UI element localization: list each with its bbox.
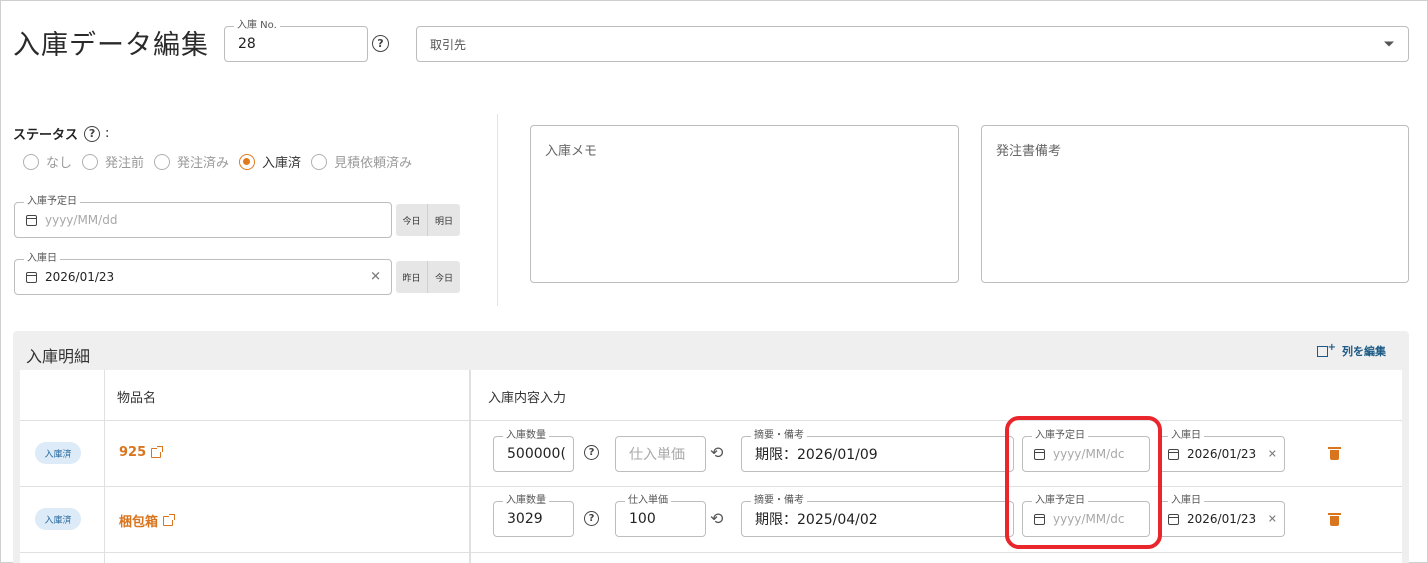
- scheduled-date-input: yyyy/MM/dd: [26, 203, 117, 237]
- sync-disabled-icon[interactable]: ⟲: [710, 443, 723, 462]
- clear-icon[interactable]: ✕: [1268, 513, 1277, 526]
- status-radio-none[interactable]: なし: [23, 152, 72, 171]
- item-name: 梱包箱: [119, 515, 159, 530]
- item-name-link[interactable]: 925: [119, 445, 164, 460]
- highlight-box: [1005, 416, 1162, 549]
- divider: [497, 114, 498, 306]
- row-receipt-date-value: 2026/01/23: [1187, 512, 1257, 526]
- order-note-textarea[interactable]: 発注書備考: [981, 125, 1409, 283]
- status-radio-quote-requested[interactable]: 見積依頼済み: [311, 152, 412, 171]
- receipt-memo-placeholder: 入庫メモ: [545, 144, 598, 159]
- edit-columns-button[interactable]: 列を編集: [1317, 342, 1386, 359]
- today-button[interactable]: 今日: [428, 261, 460, 293]
- external-link-icon: [163, 513, 176, 526]
- status-option-label: 発注前: [105, 156, 145, 171]
- column-add-icon: [1317, 342, 1336, 357]
- radio-icon: [154, 153, 171, 170]
- row-receipt-date-value: 2026/01/23: [1187, 447, 1257, 461]
- clear-icon[interactable]: ✕: [1268, 448, 1277, 461]
- note-value: 期限：2026/01/09: [755, 447, 878, 463]
- calendar-icon: [26, 271, 37, 283]
- trash-icon[interactable]: [1328, 447, 1341, 460]
- scheduled-date-placeholder: yyyy/MM/dd: [45, 213, 118, 227]
- note-input[interactable]: 摘要・備考 期限：2026/01/09: [741, 430, 1014, 472]
- unit-price-value: 100: [629, 511, 656, 527]
- status-option-label: 入庫済: [262, 156, 302, 171]
- sync-disabled-icon[interactable]: ⟲: [710, 509, 723, 528]
- status-radio-ordered[interactable]: 発注済み: [154, 152, 229, 171]
- receipt-no-value: 28: [238, 36, 256, 52]
- receipt-date-field[interactable]: 入庫日 2026/01/23 ✕: [14, 253, 392, 295]
- status-label-text: ステータス: [13, 128, 79, 143]
- supplier-select[interactable]: 取引先: [416, 26, 1409, 62]
- status-option-label: なし: [46, 156, 73, 171]
- status-radio-before-order[interactable]: 発注前: [82, 152, 144, 171]
- table-divider: [20, 486, 1402, 487]
- order-note-placeholder: 発注書備考: [996, 144, 1062, 159]
- unit-price-placeholder: 仕入単価: [629, 447, 685, 463]
- note-value: 期限：2025/04/02: [755, 512, 878, 528]
- supplier-placeholder: 取引先: [430, 37, 467, 52]
- calendar-icon: [1168, 448, 1179, 460]
- receipt-date-value: 2026/01/23: [45, 270, 115, 284]
- radio-icon: [23, 153, 39, 170]
- status-colon: :: [105, 126, 110, 141]
- table-divider: [469, 370, 471, 563]
- radio-icon: [311, 153, 328, 170]
- trash-icon[interactable]: [1328, 513, 1341, 526]
- receipt-no-field[interactable]: 入庫 No. 28: [224, 20, 368, 62]
- status-badge: 入庫済: [35, 508, 81, 530]
- external-link-icon: [151, 445, 164, 458]
- row-receipt-date-input: 2026/01/23: [1168, 502, 1256, 536]
- row-receipt-date-field[interactable]: 入庫日 2026/01/23 ✕: [1158, 495, 1285, 537]
- calendar-icon: [1168, 513, 1179, 525]
- status-radio-received[interactable]: 入庫済: [239, 152, 301, 171]
- status-badge: 入庫済: [35, 442, 81, 464]
- receipt-memo-textarea[interactable]: 入庫メモ: [530, 125, 959, 283]
- quantity-value: 500000(: [507, 446, 566, 462]
- help-icon[interactable]: ?: [372, 35, 389, 52]
- status-radio-group: なし 発注前 発注済み 入庫済 見積依頼済み: [23, 152, 422, 171]
- radio-icon: [82, 153, 99, 170]
- tomorrow-button[interactable]: 明日: [428, 204, 460, 236]
- quantity-value: 3029: [507, 511, 543, 527]
- status-help-icon[interactable]: ?: [84, 125, 101, 142]
- help-icon[interactable]: ?: [584, 511, 599, 526]
- chevron-down-icon: [1384, 41, 1394, 47]
- table-divider: [20, 420, 1402, 421]
- receipt-date-quick-buttons: 昨日 今日: [396, 261, 460, 293]
- today-button[interactable]: 今日: [396, 204, 428, 236]
- scheduled-date-quick-buttons: 今日 明日: [396, 204, 460, 236]
- column-header-entry: 入庫内容入力: [488, 391, 567, 406]
- row-receipt-date-field[interactable]: 入庫日 2026/01/23 ✕: [1158, 430, 1285, 472]
- edit-columns-label: 列を編集: [1342, 345, 1386, 358]
- note-input[interactable]: 摘要・備考 期限：2025/04/02: [741, 495, 1014, 537]
- row-receipt-date-input: 2026/01/23: [1168, 437, 1256, 471]
- item-name-link[interactable]: 梱包箱: [119, 511, 176, 530]
- status-option-label: 発注済み: [177, 156, 230, 171]
- scheduled-date-field[interactable]: 入庫予定日 yyyy/MM/dd: [14, 196, 392, 238]
- clear-icon[interactable]: ✕: [370, 270, 381, 285]
- yesterday-button[interactable]: 昨日: [396, 261, 428, 293]
- calendar-icon: [26, 214, 37, 226]
- page-title: 入庫データ編集: [13, 30, 209, 61]
- radio-checked-icon: [239, 153, 256, 170]
- item-name: 925: [119, 445, 147, 460]
- quantity-input[interactable]: 入庫数量 3029: [493, 495, 574, 537]
- table-divider: [20, 552, 1402, 553]
- column-header-item-name: 物品名: [117, 391, 157, 406]
- quantity-input[interactable]: 入庫数量 500000(: [493, 430, 574, 472]
- detail-title: 入庫明細: [26, 347, 91, 366]
- unit-price-input[interactable]: 仕入単価: [615, 436, 706, 472]
- help-icon[interactable]: ?: [584, 445, 599, 460]
- receipt-date-input: 2026/01/23: [26, 260, 114, 294]
- status-option-label: 見積依頼済み: [334, 156, 413, 171]
- table-divider: [104, 370, 105, 563]
- status-label: ステータス ? :: [13, 124, 109, 143]
- unit-price-input[interactable]: 仕入単価 100: [615, 495, 706, 537]
